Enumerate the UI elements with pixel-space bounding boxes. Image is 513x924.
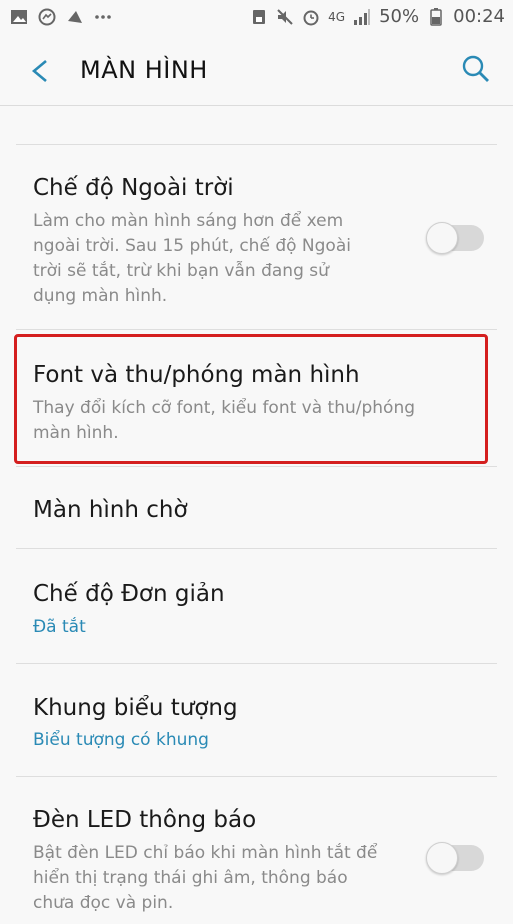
- item-summary: Đã tắt: [33, 617, 86, 637]
- clock: 00:24: [453, 6, 505, 27]
- signal-icon: [354, 8, 371, 25]
- gallery-icon: [11, 10, 27, 24]
- toggle-knob: [426, 222, 458, 254]
- item-summary: Biểu tượng có khung: [33, 730, 209, 750]
- battery-icon: [430, 7, 442, 26]
- item-description: Bật đèn LED chỉ báo khi màn hình tắt để …: [33, 843, 378, 913]
- item-title: Chế độ Ngoài trời: [33, 175, 234, 201]
- list-item-icon-frames[interactable]: Khung biểu tượng Biểu tượng có khung: [0, 664, 513, 776]
- messenger-icon: [38, 8, 56, 26]
- list-item-screensaver[interactable]: Màn hình chờ: [0, 467, 513, 548]
- item-title: Khung biểu tượng: [33, 695, 238, 721]
- back-arrow-icon[interactable]: [26, 56, 54, 86]
- save-icon: [253, 9, 266, 24]
- network-type: 4G: [328, 9, 346, 24]
- list-item-outdoor-mode[interactable]: Chế độ Ngoài trời Làm cho màn hình sáng …: [0, 145, 513, 329]
- mute-icon: [277, 8, 293, 25]
- toggle-knob: [426, 842, 458, 874]
- page-title: MÀN HÌNH: [80, 56, 208, 84]
- bird-icon: [68, 11, 82, 23]
- item-title: Chế độ Đơn giản: [33, 581, 225, 607]
- outdoor-mode-toggle[interactable]: [426, 222, 484, 254]
- search-icon[interactable]: [461, 54, 491, 84]
- more-icon: [95, 15, 111, 19]
- item-title: Đèn LED thông báo: [33, 807, 257, 833]
- item-description: Làm cho màn hình sáng hơn để xem ngoài t…: [33, 211, 351, 306]
- list-item-easy-mode[interactable]: Chế độ Đơn giản Đã tắt: [0, 549, 513, 663]
- item-title: Màn hình chờ: [33, 497, 188, 523]
- app-bar: MÀN HÌNH: [0, 36, 513, 106]
- status-bar: 4G 50% 00:24: [0, 0, 513, 36]
- highlight-box: [14, 334, 488, 464]
- battery-percent: 50%: [379, 6, 420, 27]
- alarm-icon: [303, 10, 319, 25]
- led-indicator-toggle[interactable]: [426, 842, 484, 874]
- list-item-led-indicator[interactable]: Đèn LED thông báo Bật đèn LED chỉ báo kh…: [0, 777, 513, 924]
